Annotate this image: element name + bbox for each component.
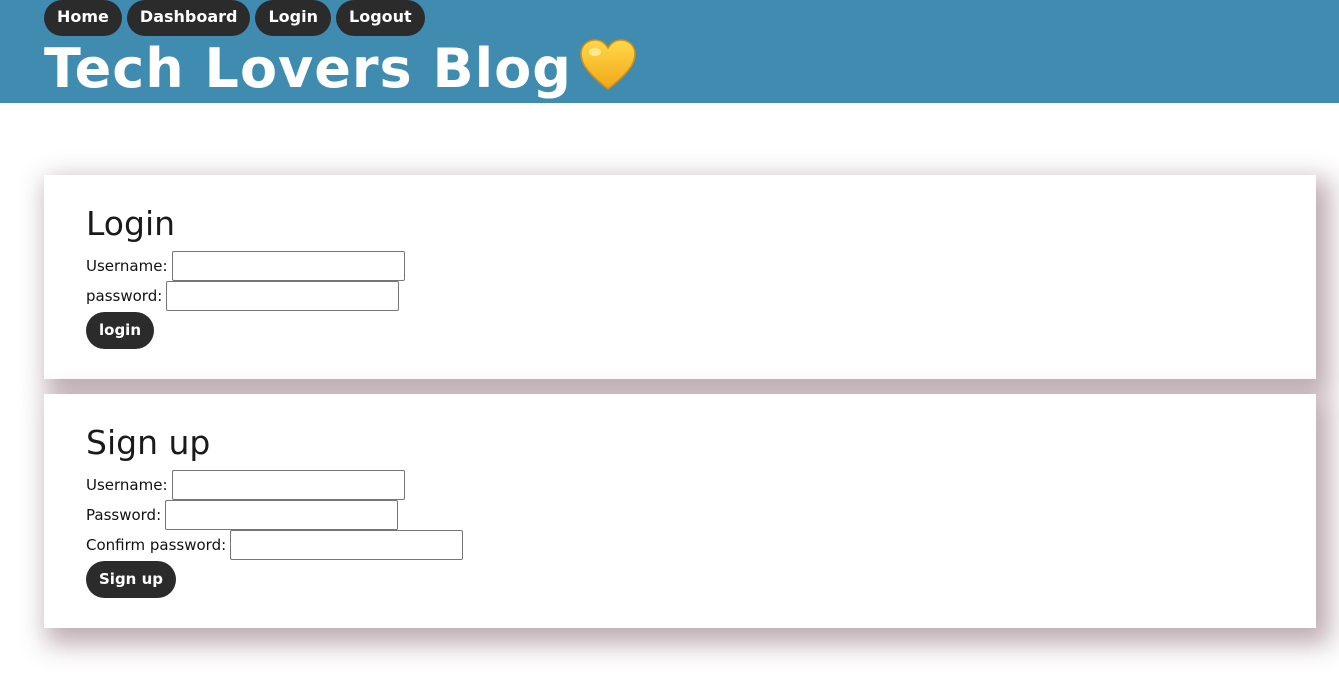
nav-login-button[interactable]: Login xyxy=(255,0,331,36)
signup-confirm-input[interactable] xyxy=(230,530,464,560)
nav-home-button[interactable]: Home xyxy=(44,0,122,36)
yellow-heart-icon xyxy=(580,39,636,106)
login-password-input[interactable] xyxy=(166,281,400,311)
login-password-row: password: xyxy=(86,281,1274,311)
nav-logout-button[interactable]: Logout xyxy=(336,0,425,36)
signup-confirm-label: Confirm password: xyxy=(86,536,227,554)
site-title: Tech Lovers Blog xyxy=(44,36,636,106)
signup-username-label: Username: xyxy=(86,476,168,494)
signup-heading: Sign up xyxy=(86,423,211,462)
signup-password-row: Password: xyxy=(86,500,1274,530)
signup-card: Sign up Username: Password: Confirm pass… xyxy=(44,394,1316,628)
signup-password-input[interactable] xyxy=(165,500,399,530)
nav-dashboard-button[interactable]: Dashboard xyxy=(126,0,251,36)
signup-username-input[interactable] xyxy=(171,470,405,500)
login-card: Login Username: password: login xyxy=(44,175,1316,379)
signup-password-label: Password: xyxy=(86,506,162,524)
login-username-label: Username: xyxy=(86,257,168,275)
login-submit-button[interactable]: login xyxy=(86,312,155,349)
login-password-label: password: xyxy=(86,287,163,305)
site-title-text: Tech Lovers Blog xyxy=(44,37,572,100)
main-nav: Home Dashboard Login Logout xyxy=(44,0,425,36)
signup-submit-button[interactable]: Sign up xyxy=(86,561,176,598)
login-heading: Login xyxy=(86,204,176,243)
signup-confirm-row: Confirm password: xyxy=(86,530,1274,560)
login-username-input[interactable] xyxy=(171,251,405,281)
signup-username-row: Username: xyxy=(86,470,1274,500)
site-header: Home Dashboard Login Logout Tech Lovers … xyxy=(0,0,1339,103)
login-username-row: Username: xyxy=(86,251,1274,281)
